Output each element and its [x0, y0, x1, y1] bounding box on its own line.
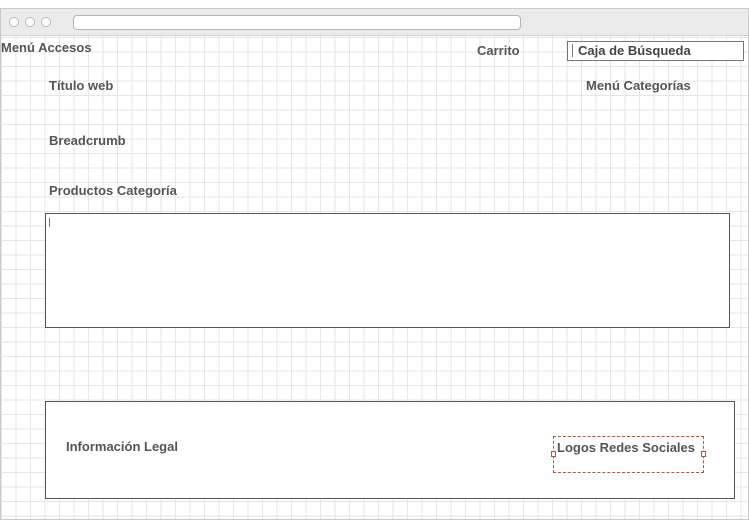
browser-titlebar — [1, 9, 748, 36]
informacion-legal[interactable]: Información Legal — [66, 439, 178, 454]
productos-categoria-title: Productos Categoría — [49, 183, 177, 198]
window-close-icon[interactable] — [9, 17, 19, 27]
site-title: Título web — [49, 78, 114, 93]
breadcrumb[interactable]: Breadcrumb — [49, 133, 126, 148]
panel-caret — [49, 218, 50, 227]
productos-categoria-panel — [45, 213, 730, 328]
selected-element-outline[interactable]: Logos Redes Sociales — [551, 436, 706, 473]
search-input[interactable]: Caja de Búsqueda — [567, 41, 744, 61]
browser-window: Menú Accesos Carrito Caja de Búsqueda Tí… — [0, 8, 749, 520]
resize-handle-left-icon[interactable] — [551, 451, 556, 457]
address-bar[interactable] — [73, 15, 521, 30]
resize-handle-right-icon[interactable] — [701, 451, 706, 457]
text-caret — [572, 44, 573, 57]
window-maximize-icon[interactable] — [41, 17, 51, 27]
logos-redes-sociales[interactable]: Logos Redes Sociales — [557, 440, 695, 455]
window-minimize-icon[interactable] — [25, 17, 35, 27]
menu-categorias[interactable]: Menú Categorías — [586, 78, 691, 93]
carrito-link[interactable]: Carrito — [477, 43, 520, 58]
search-placeholder: Caja de Búsqueda — [578, 43, 691, 58]
menu-accesos[interactable]: Menú Accesos — [1, 40, 92, 55]
